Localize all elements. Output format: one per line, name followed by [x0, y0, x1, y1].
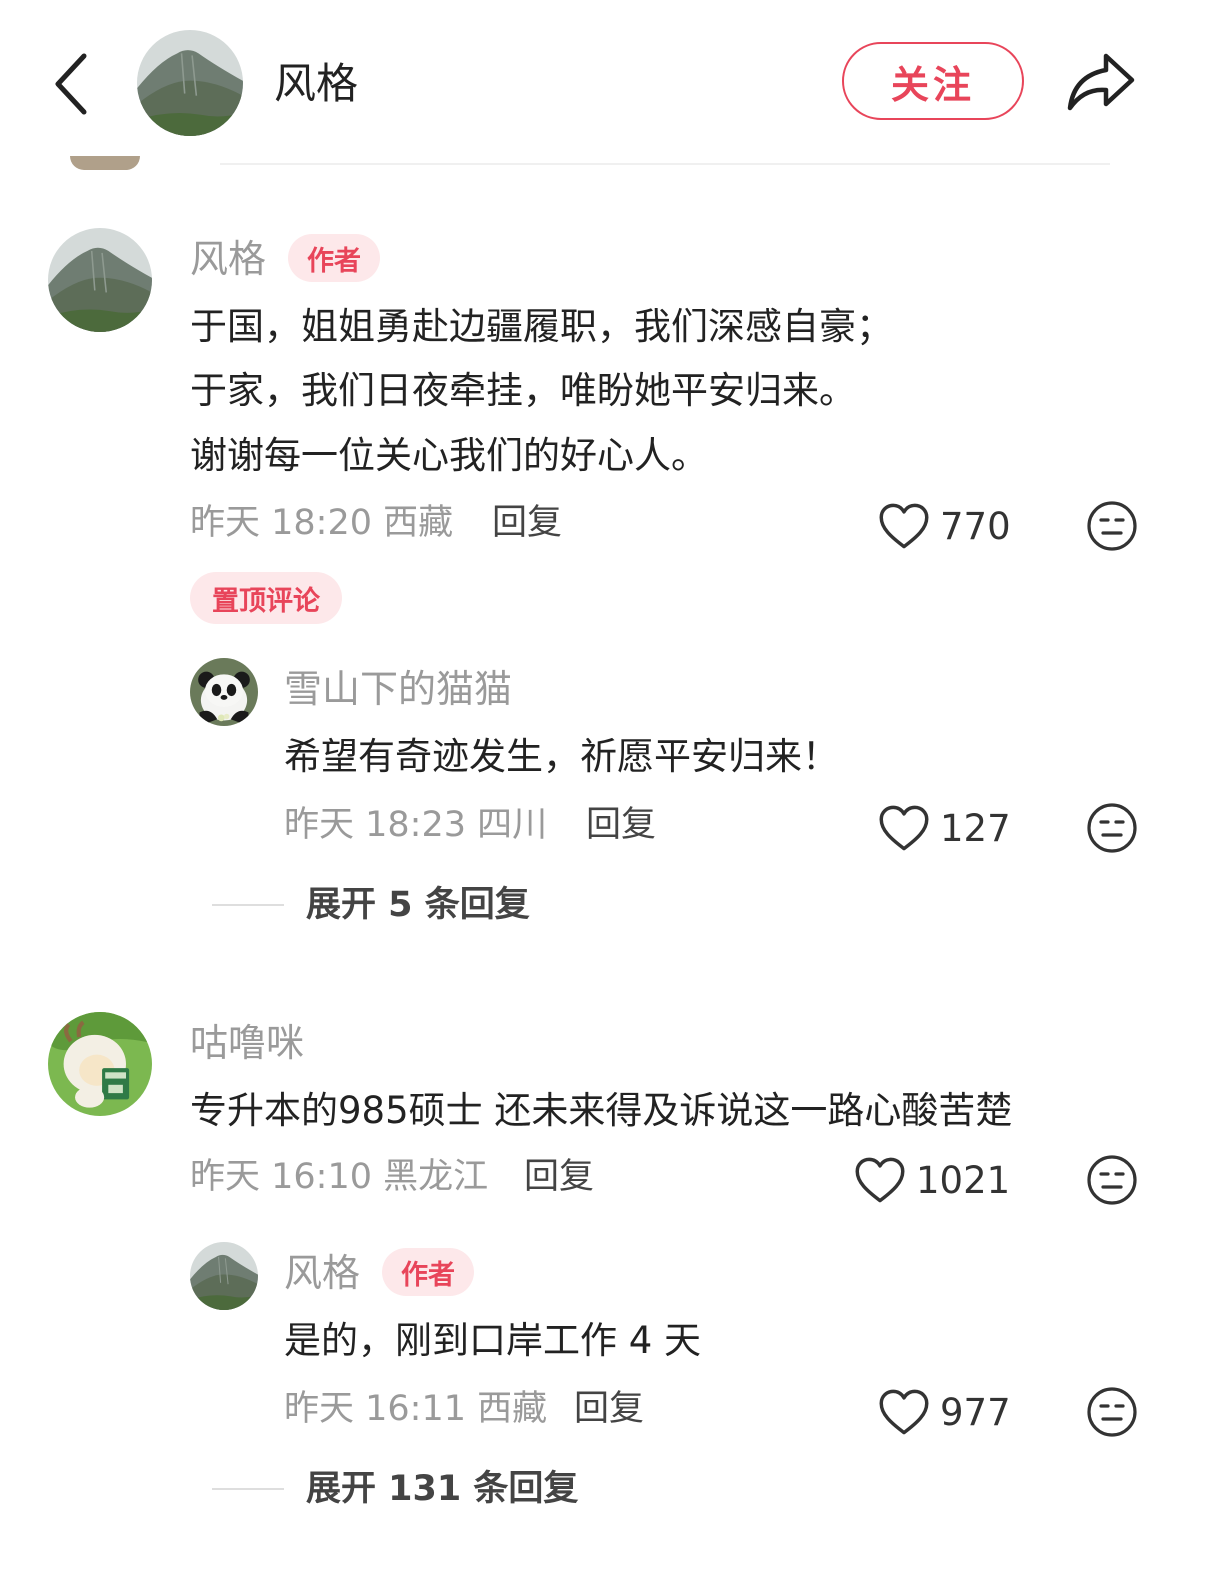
- expand-divider: [212, 1488, 284, 1490]
- heart-icon: [878, 1388, 930, 1436]
- share-icon[interactable]: [1064, 50, 1136, 114]
- reply-location: 西藏: [477, 1389, 548, 1429]
- like-button[interactable]: 1021: [854, 1154, 1010, 1206]
- like-button[interactable]: 977: [878, 1386, 1011, 1438]
- author-name[interactable]: 风格: [274, 56, 358, 112]
- comment-text-line: 于家，我们日夜牵挂，唯盼她平安归来。: [190, 369, 856, 412]
- expand-replies-button[interactable]: 展开 131 条回复: [306, 1464, 578, 1514]
- like-button[interactable]: 770: [878, 500, 1011, 552]
- comment-time: 昨天 16:10: [190, 1157, 372, 1197]
- reply-time: 昨天 18:23: [284, 805, 466, 845]
- like-count: 127: [940, 806, 1011, 850]
- heart-icon: [878, 502, 930, 550]
- dislike-icon[interactable]: [1086, 1386, 1138, 1438]
- comment-meta: 昨天 16:10 黑龙江: [190, 1152, 488, 1202]
- comment-time: 昨天 18:20: [190, 503, 372, 543]
- heart-icon: [878, 804, 930, 852]
- pinned-badge: 置顶评论: [190, 572, 342, 624]
- comment-meta: 昨天 18:20 西藏: [190, 498, 453, 548]
- top-bar: 风格 关注: [0, 0, 1206, 170]
- avatar[interactable]: [48, 1012, 152, 1116]
- avatar[interactable]: [48, 228, 152, 332]
- reply-time: 昨天 16:11: [284, 1389, 466, 1429]
- reply-location: 四川: [477, 805, 548, 845]
- reply-meta: 昨天 18:23 四川: [284, 800, 547, 850]
- avatar[interactable]: [190, 658, 258, 726]
- follow-button[interactable]: 关注: [842, 42, 1024, 120]
- reply-button[interactable]: 回复: [492, 498, 562, 548]
- like-count: 770: [940, 504, 1011, 548]
- comment-location: 西藏: [383, 503, 454, 543]
- expand-replies-button[interactable]: 展开 5 条回复: [306, 880, 530, 930]
- dislike-icon[interactable]: [1086, 500, 1138, 552]
- back-arrow-icon[interactable]: [44, 48, 104, 118]
- author-avatar[interactable]: [137, 30, 243, 136]
- reply-meta: 昨天 16:11 西藏: [284, 1384, 547, 1434]
- previous-avatar-edge: [70, 156, 140, 170]
- reply-username[interactable]: 雪山下的猫猫: [284, 664, 512, 714]
- divider: [220, 163, 1110, 165]
- dislike-icon[interactable]: [1086, 802, 1138, 854]
- comment-text: 专升本的985硕士 还未来得及诉说这一路心酸苦楚: [190, 1089, 1013, 1132]
- reply-button[interactable]: 回复: [524, 1152, 594, 1202]
- reply-username[interactable]: 风格: [284, 1248, 360, 1298]
- avatar[interactable]: [190, 1242, 258, 1310]
- like-button[interactable]: 127: [878, 802, 1011, 854]
- reply-text: 希望有奇迹发生，祈愿平安归来！: [284, 735, 839, 778]
- comment-username[interactable]: 风格: [190, 234, 266, 284]
- like-count: 977: [940, 1390, 1011, 1434]
- reply-text: 是的，刚到口岸工作 4 天: [284, 1319, 702, 1362]
- author-badge: 作者: [382, 1248, 474, 1296]
- author-badge: 作者: [288, 234, 380, 282]
- dislike-icon[interactable]: [1086, 1154, 1138, 1206]
- like-count: 1021: [916, 1158, 1011, 1202]
- reply-button[interactable]: 回复: [586, 800, 656, 850]
- expand-divider: [212, 904, 284, 906]
- comment-location: 黑龙江: [383, 1157, 489, 1197]
- comment-text-line: 谢谢每一位关心我们的好心人。: [190, 434, 708, 477]
- reply-button[interactable]: 回复: [574, 1384, 644, 1434]
- heart-icon: [854, 1156, 906, 1204]
- comment-username[interactable]: 咕噜咪: [190, 1018, 304, 1068]
- comment-text-line: 于国，姐姐勇赴边疆履职，我们深感自豪；: [190, 305, 893, 348]
